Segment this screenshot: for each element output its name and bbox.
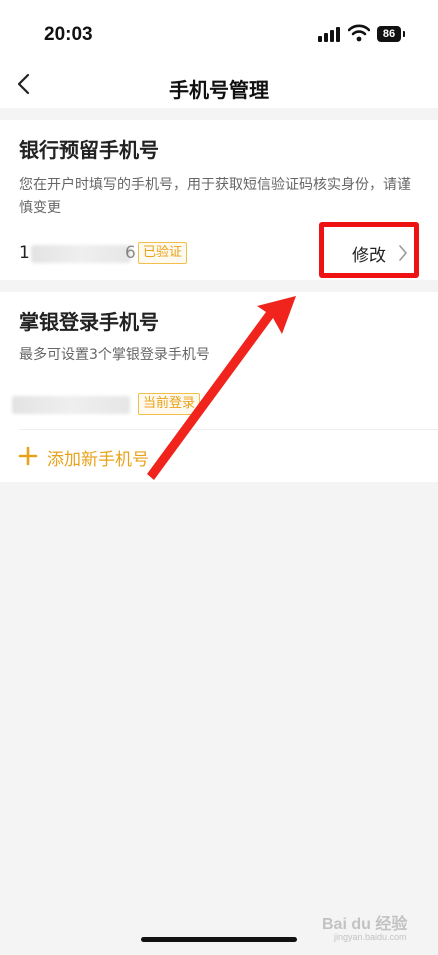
add-phone-button[interactable]: 添加新手机号 <box>0 440 438 476</box>
phone-last-digit: 6 <box>125 243 136 263</box>
home-indicator[interactable] <box>141 937 297 942</box>
battery-cap <box>403 31 405 37</box>
phone-first-digit: 1 <box>19 243 30 263</box>
verified-badge: 已验证 <box>138 242 188 264</box>
battery-icon: 86 <box>377 26 401 42</box>
phone-mask <box>12 396 130 414</box>
modify-highlight-box <box>319 222 419 278</box>
bank-phone-number: 1 6 <box>19 243 136 265</box>
baidu-watermark: Bai du 经验 jingyan.baidu.com <box>322 904 414 948</box>
watermark-text: Bai du 经验 <box>322 916 408 933</box>
nav-bar: 手机号管理 <box>0 70 438 108</box>
page-title: 手机号管理 <box>169 78 269 102</box>
status-bar: 20:03 86 <box>0 0 438 70</box>
login-phone-description: 最多可设置3个掌银登录手机号 <box>19 347 210 363</box>
login-phone-number <box>12 394 132 416</box>
plus-icon <box>18 446 38 466</box>
bank-phone-title: 银行预留手机号 <box>19 138 159 162</box>
wifi-icon <box>348 24 370 42</box>
bank-phone-description: 您在开户时填写的手机号，用于获取短信验证码核实身份，请谨慎变更 <box>19 177 411 216</box>
add-phone-label: 添加新手机号 <box>47 450 149 470</box>
status-time: 20:03 <box>44 24 93 45</box>
phone-mask <box>31 245 131 263</box>
login-phone-title: 掌银登录手机号 <box>19 310 159 334</box>
divider <box>19 429 438 430</box>
current-login-badge: 当前登录 <box>138 393 201 415</box>
battery-level: 86 <box>382 28 396 40</box>
cellular-signal-icon <box>318 26 340 42</box>
watermark-sub: jingyan.baidu.com <box>334 932 407 942</box>
